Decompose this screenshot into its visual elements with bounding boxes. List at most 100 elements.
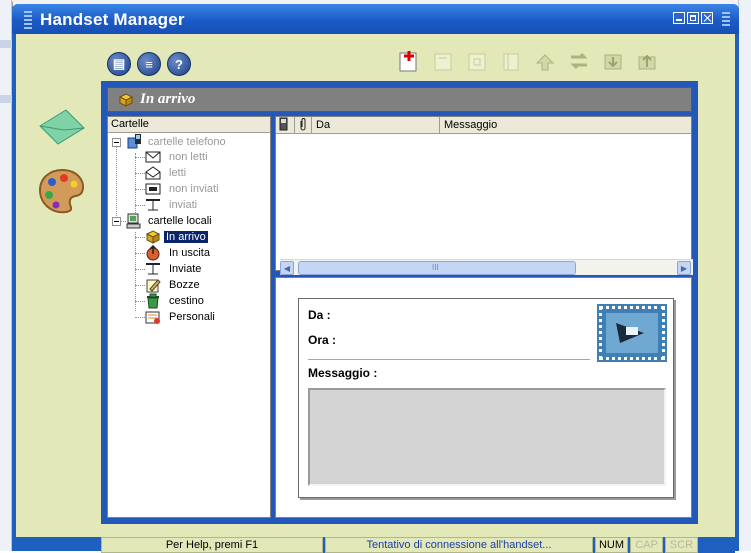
import-icon xyxy=(604,54,622,70)
column-from[interactable]: Da xyxy=(312,117,440,134)
message-card: Da : Ora : Messaggio : xyxy=(298,298,674,498)
list-button[interactable]: ≡ xyxy=(137,52,161,76)
tree-line xyxy=(135,285,145,286)
paperclip-icon xyxy=(300,118,306,131)
tree-item-phone-folder[interactable]: cartelle telefono xyxy=(148,135,226,149)
tree-item-label: Personali xyxy=(169,311,215,323)
sync-button[interactable] xyxy=(566,48,592,74)
messages-nav-button[interactable] xyxy=(36,104,88,151)
tree-item-personal[interactable]: Personali xyxy=(169,310,215,324)
title-grip-icon xyxy=(24,11,32,29)
tree-item-label: In uscita xyxy=(169,247,210,259)
background-right-window xyxy=(738,0,751,551)
delete-icon xyxy=(503,53,519,71)
export-button[interactable] xyxy=(634,48,660,74)
tree-item-drafts[interactable]: Bozze xyxy=(169,278,200,292)
send-receive-icon xyxy=(535,54,555,71)
new-message-icon xyxy=(399,51,417,72)
themes-nav-button[interactable] xyxy=(36,166,88,219)
tree-item-label: cartelle locali xyxy=(148,215,212,227)
column-phone[interactable] xyxy=(276,117,295,134)
column-message[interactable]: Messaggio xyxy=(440,117,691,134)
envelope-open-icon xyxy=(145,166,161,183)
phone-folder-icon xyxy=(126,133,144,152)
export-icon xyxy=(638,54,656,70)
message-list[interactable]: Da Messaggio ◀ III ▶ xyxy=(275,116,693,275)
expand-toggle-local[interactable] xyxy=(112,217,121,226)
tree-item-label: letti xyxy=(169,167,187,179)
tree-line xyxy=(135,173,145,174)
title-grip-right-icon xyxy=(722,12,730,28)
tree-line xyxy=(135,189,145,190)
message-body[interactable] xyxy=(308,388,666,486)
reply-button[interactable] xyxy=(430,48,456,74)
tree-line xyxy=(135,157,145,158)
tree-item-local-folder[interactable]: cartelle locali xyxy=(148,214,212,228)
maximize-button[interactable] xyxy=(687,12,699,24)
envelope-icon xyxy=(39,109,85,145)
window-title: Handset Manager xyxy=(40,10,185,29)
tree-item-label: Inviate xyxy=(169,263,202,275)
background-tab xyxy=(0,95,12,103)
tree-item-outbox[interactable]: In uscita xyxy=(169,246,210,260)
folder-header: In arrivo xyxy=(107,87,692,112)
computer-folder-icon xyxy=(126,213,144,232)
list-header: Da Messaggio xyxy=(276,117,691,134)
tree-header[interactable]: Cartelle xyxy=(108,117,270,133)
minimize-button[interactable] xyxy=(673,12,685,24)
tree-line xyxy=(135,205,145,206)
tree-line xyxy=(135,301,145,302)
tree-item-label: In arrivo xyxy=(164,231,208,243)
tree-line xyxy=(135,232,136,311)
new-message-button[interactable] xyxy=(396,48,422,74)
folder-title: In arrivo xyxy=(140,91,196,107)
tree-line xyxy=(135,237,145,238)
scroll-left-button[interactable]: ◀ xyxy=(280,261,294,275)
tree-item-trash[interactable]: cestino xyxy=(169,294,204,308)
message-preview: Da : Ora : Messaggio : xyxy=(275,277,692,518)
delete-button[interactable] xyxy=(498,48,524,74)
scroll-thumb[interactable]: III xyxy=(298,261,576,275)
stamp-icon xyxy=(597,304,667,362)
close-button[interactable] xyxy=(701,12,713,24)
tree-item-unread[interactable]: non letti xyxy=(169,150,208,164)
save-button[interactable]: ▤ xyxy=(107,52,131,76)
import-button[interactable] xyxy=(600,48,626,74)
column-attachment[interactable] xyxy=(295,117,312,134)
tree-item-sent-local[interactable]: Inviate xyxy=(169,262,201,276)
send-receive-button[interactable] xyxy=(532,48,558,74)
forward-icon xyxy=(468,53,486,71)
personal-folder-icon xyxy=(145,309,161,328)
tree-line xyxy=(135,253,145,254)
envelope-closed-icon xyxy=(145,151,161,166)
save-icon: ▤ xyxy=(112,56,126,71)
client-area: ▤ ≡ ? In arrivo Cartelle cartelle telefo… xyxy=(16,34,735,553)
help-button[interactable]: ? xyxy=(167,52,191,76)
background-left-window xyxy=(0,0,12,551)
message-label: Messaggio : xyxy=(308,366,378,380)
main-panel: In arrivo Cartelle cartelle telefono non… xyxy=(101,81,698,524)
help-icon: ? xyxy=(175,56,183,72)
toolbar-left: ▤ ≡ ? xyxy=(107,52,191,76)
inbox-icon xyxy=(118,93,134,110)
outbox-icon xyxy=(145,183,161,198)
forward-button[interactable] xyxy=(464,48,490,74)
time-label: Ora : xyxy=(308,333,337,347)
from-label: Da : xyxy=(308,308,331,322)
reply-icon xyxy=(434,53,452,71)
tree-item-label: non letti xyxy=(169,151,208,163)
tree-item-read[interactable]: letti xyxy=(169,166,186,180)
horizontal-scrollbar[interactable]: ◀ III ▶ xyxy=(280,259,693,275)
background-tab xyxy=(0,40,12,48)
expand-toggle-phone[interactable] xyxy=(112,138,121,147)
tree-line xyxy=(116,142,117,222)
tree-item-sent[interactable]: inviati xyxy=(169,198,197,212)
tree-item-inbox[interactable]: In arrivo xyxy=(164,230,208,244)
toolbar-right xyxy=(396,48,660,74)
folder-tree[interactable]: Cartelle cartelle telefono non letti let… xyxy=(107,116,271,518)
title-bar[interactable]: Handset Manager xyxy=(12,4,739,34)
tree-item-label: cartelle telefono xyxy=(148,136,226,148)
scroll-right-button[interactable]: ▶ xyxy=(677,261,691,275)
divider xyxy=(308,359,590,360)
tree-item-not-sent[interactable]: non inviati xyxy=(169,182,219,196)
